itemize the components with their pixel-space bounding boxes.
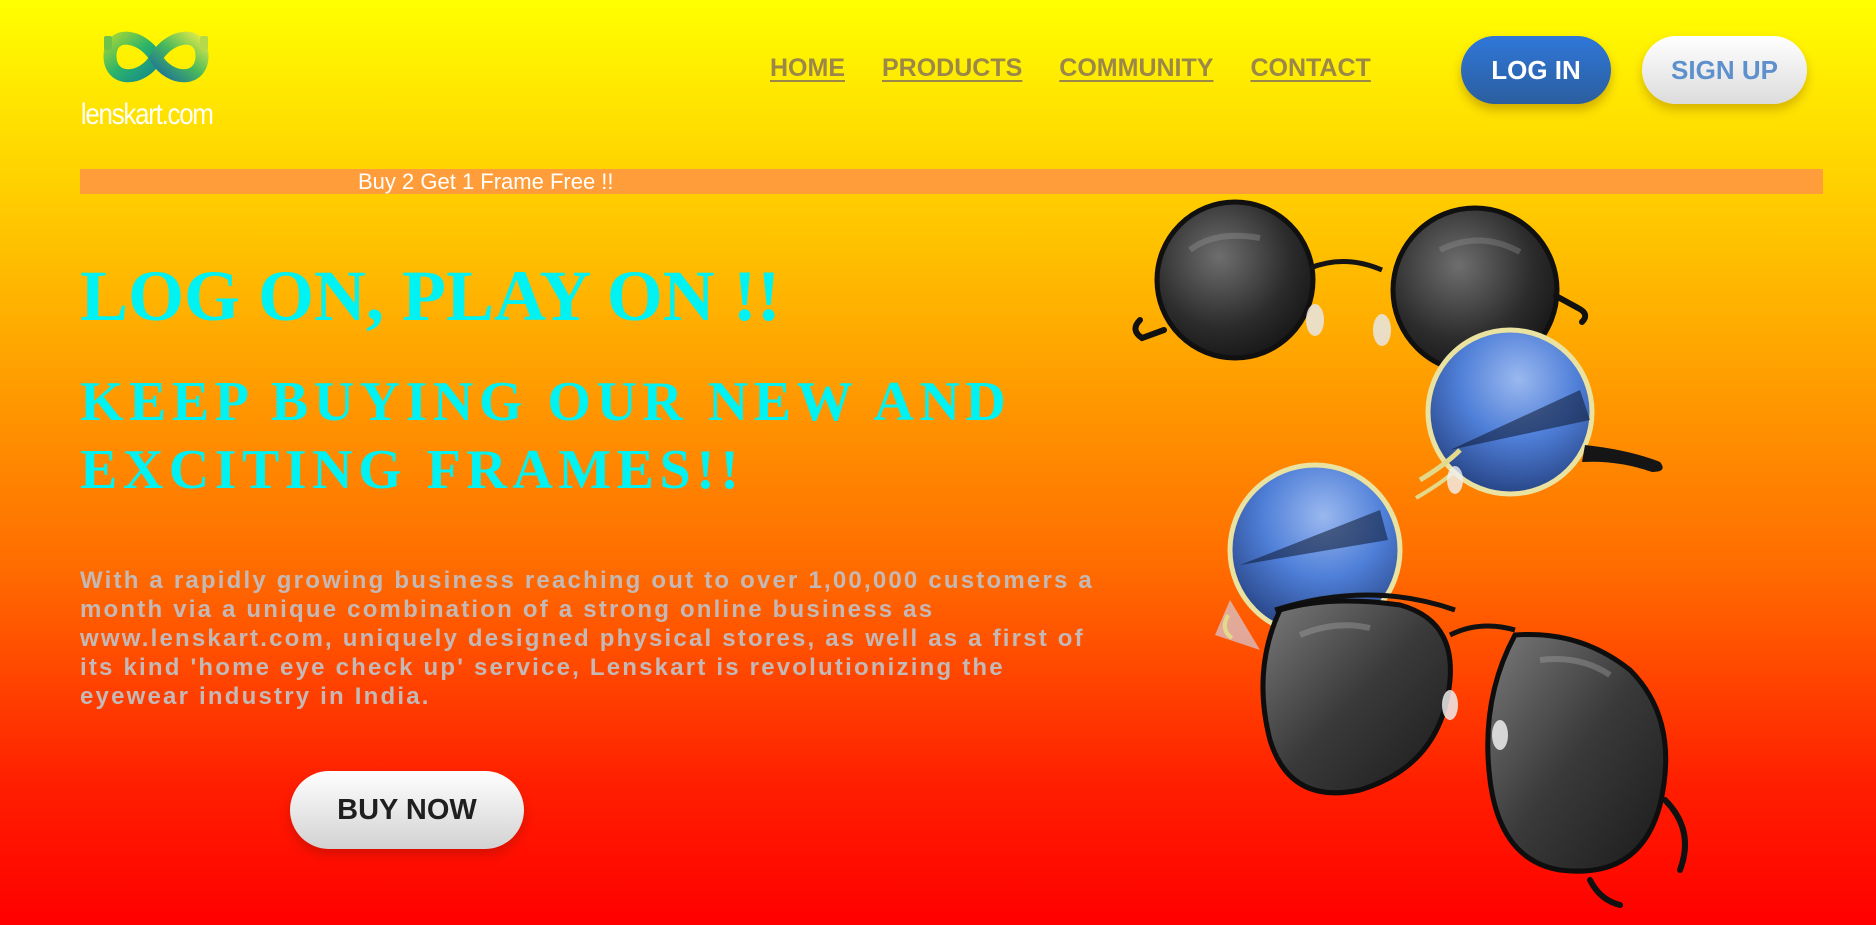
promo-text: Buy 2 Get 1 Frame Free !! [358,169,614,194]
nav-home-link[interactable]: HOME [770,54,845,83]
login-button[interactable]: LOG IN [1461,36,1611,104]
brand-logo[interactable]: lenskart.com [78,22,238,134]
sunglasses-stack-image [1132,199,1688,908]
hero-description: With a rapidly growing business reaching… [80,567,1094,710]
round-blue-mirror-sunglasses [1215,327,1663,650]
hero-headline: LOG ON, PLAY ON !! [80,256,781,336]
infinity-logo-icon [103,31,209,83]
aviator-black-sunglasses [1260,592,1688,908]
nav-contact-link[interactable]: CONTACT [1250,54,1370,83]
buy-now-button[interactable]: BUY NOW [290,771,524,849]
signup-button[interactable]: SIGN UP [1642,36,1807,104]
main-nav: HOME PRODUCTS COMMUNITY CONTACT [770,54,1371,83]
nav-products-link[interactable]: PRODUCTS [882,54,1022,83]
nav-community-link[interactable]: COMMUNITY [1059,54,1213,83]
brand-name: lenskart.com [80,98,214,131]
hero-subheadline: KEEP BUYING OUR NEW AND EXCITING FRAMES!… [80,371,1012,501]
